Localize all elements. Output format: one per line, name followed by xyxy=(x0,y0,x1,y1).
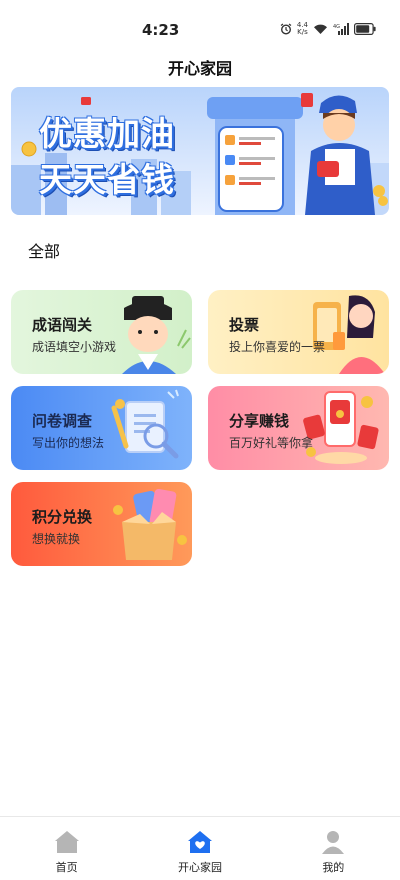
scholar-illustration xyxy=(122,296,191,374)
page-title: 开心家园 xyxy=(167,59,232,78)
card-subtitle: 投上你喜爱的一票 xyxy=(229,340,326,354)
woman-with-phone-illustration xyxy=(313,295,385,374)
tab-happy-home[interactable]: 开心家园 xyxy=(133,817,266,880)
signal-icon: 4G xyxy=(333,23,349,35)
gas-attendant-illustration xyxy=(305,95,388,215)
status-time: 4:23 xyxy=(142,21,180,39)
status-bar: 4:23 4.4 K/s 4G xyxy=(0,0,400,48)
tab-label: 开心家园 xyxy=(177,861,222,874)
svg-text:4G: 4G xyxy=(333,24,340,30)
bottom-tab-bar: 首页 开心家园 我的 xyxy=(0,816,400,880)
red-envelope-icon xyxy=(81,97,91,105)
status-icons: 4.4 K/s 4G xyxy=(280,22,376,36)
card-vote[interactable]: 投票 投上你喜爱的一票 xyxy=(208,290,389,374)
gift-box-illustration xyxy=(113,488,187,560)
banner-subheadline: 天天省钱 xyxy=(39,160,175,199)
person-icon xyxy=(322,831,345,854)
alarm-icon xyxy=(280,23,292,35)
card-title: 投票 xyxy=(229,316,260,334)
network-speed-unit: K/s xyxy=(297,28,308,36)
coin-icon xyxy=(21,141,37,157)
heart-house-icon xyxy=(187,831,212,853)
card-idiom-challenge[interactable]: 成语闯关 成语填空小游戏 xyxy=(11,290,192,374)
card-points-exchange[interactable]: 积分兑换 想换就换 xyxy=(11,482,192,566)
tab-profile[interactable]: 我的 xyxy=(267,817,400,880)
card-share-earn[interactable]: 分享赚钱 百万好礼等你拿 xyxy=(208,386,389,470)
tab-label: 首页 xyxy=(55,861,78,874)
card-title: 成语闯关 xyxy=(32,316,93,334)
wifi-icon xyxy=(314,24,327,34)
phone-red-envelope-illustration xyxy=(303,391,379,464)
card-subtitle: 写出你的想法 xyxy=(32,436,105,450)
card-survey[interactable]: 问卷调查 写出你的想法 xyxy=(11,386,192,470)
card-subtitle: 百万好礼等你拿 xyxy=(229,436,314,450)
house-icon xyxy=(54,831,79,853)
battery-icon xyxy=(354,23,376,35)
card-subtitle: 成语填空小游戏 xyxy=(32,340,117,354)
survey-clipboard-illustration xyxy=(111,389,179,459)
card-title: 积分兑换 xyxy=(32,508,93,526)
tab-label: 我的 xyxy=(322,861,345,874)
banner-headline: 优惠加油 xyxy=(39,114,175,153)
red-envelope-icon xyxy=(301,93,313,107)
card-title: 分享赚钱 xyxy=(229,412,290,430)
promo-banner[interactable]: 优惠加油 天天省钱 xyxy=(11,87,389,215)
network-speed: 4.4 K/s xyxy=(297,22,308,36)
section-title: 全部 xyxy=(28,242,61,261)
card-title: 问卷调查 xyxy=(32,412,93,430)
card-subtitle: 想换就换 xyxy=(32,532,81,546)
tab-home[interactable]: 首页 xyxy=(0,817,133,880)
